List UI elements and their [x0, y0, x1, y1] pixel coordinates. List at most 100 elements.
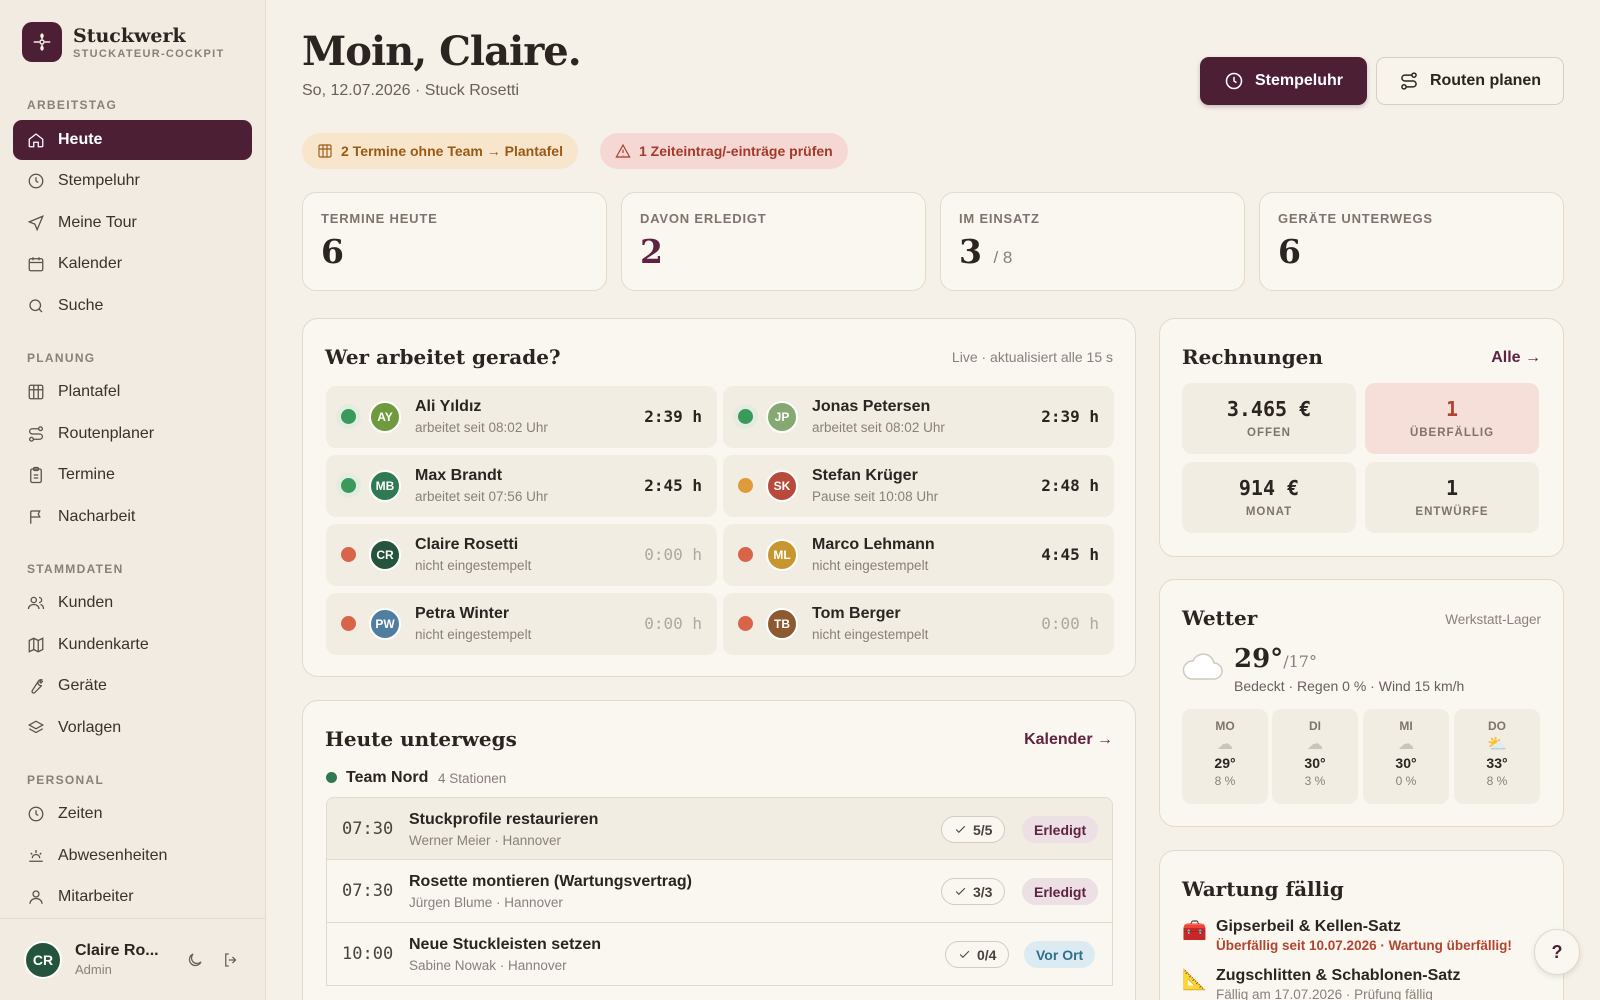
- sidebar-item-termine[interactable]: Termine: [13, 455, 252, 495]
- sidebar-item-vorlagen[interactable]: Vorlagen: [13, 708, 252, 748]
- navigation-icon: [27, 215, 44, 232]
- worker-name: Stefan Krüger: [812, 467, 918, 484]
- invoices-all-link[interactable]: Alle →: [1491, 349, 1541, 367]
- check-icon: [959, 950, 970, 958]
- maintenance-item[interactable]: 🧰 Gipserbeil & Kellen-Satz Überfällig se…: [1182, 918, 1512, 953]
- avatar: TB: [766, 608, 798, 640]
- avatar: SK: [766, 470, 798, 502]
- invoice-tile-ueberfaellig[interactable]: 1 ÜBERFÄLLIG: [1365, 383, 1539, 454]
- sidebar-item-plantafel[interactable]: Plantafel: [13, 372, 252, 412]
- sidebar-item-nacharbeit[interactable]: Nacharbeit: [13, 497, 252, 537]
- sidebar-item-kalender[interactable]: Kalender: [13, 244, 252, 284]
- stat-suffix: / 8: [993, 248, 1013, 267]
- worker-tile[interactable]: SK Stefan Krüger Pause seit 10:08 Uhr 2:48 …: [723, 455, 1114, 517]
- board-icon: [318, 144, 332, 158]
- sidebar-item-stempeluhr[interactable]: Stempeluhr: [13, 161, 252, 201]
- forecast-rain: 8 %: [1214, 774, 1236, 788]
- forecast-day: MI ☁ 30° 0 %: [1363, 709, 1449, 804]
- sidebar-item-kundenkarte[interactable]: Kundenkarte: [13, 625, 252, 665]
- invoice-tile-entwuerfe[interactable]: 1 ENTWÜRFE: [1365, 462, 1539, 533]
- routen-planen-button[interactable]: Routen planen: [1376, 57, 1564, 105]
- avatar: PW: [369, 608, 401, 640]
- sidebar-item-label: Plantafel: [58, 383, 121, 400]
- invoice-label: ÜBERFÄLLIG: [1409, 427, 1495, 439]
- brand-subtitle: STUCKATEUR-COCKPIT: [73, 47, 225, 60]
- alert-unassigned-appointments[interactable]: 2 Termine ohne Team → Plantafel: [302, 133, 578, 169]
- invoice-tile-offen[interactable]: 3.465 € OFFEN: [1182, 383, 1356, 454]
- route-sub: Werner Meier · Hannover: [409, 833, 562, 848]
- clock-icon: [28, 173, 44, 189]
- clipboard-icon: [30, 466, 42, 484]
- avatar[interactable]: CR: [24, 940, 62, 979]
- worker-name: Marco Lehmann: [812, 536, 935, 553]
- avatar: AY: [369, 401, 401, 433]
- sidebar-item-routenplaner[interactable]: Routenplaner: [13, 414, 252, 454]
- worker-tile[interactable]: ML Marco Lehmann nicht eingestempelt 4:45 h: [723, 524, 1114, 586]
- calendar-link[interactable]: Kalender →: [1024, 731, 1113, 749]
- maintenance-status: Fällig am 17.07.2026 · Prüfung fällig: [1216, 987, 1433, 1000]
- help-button[interactable]: ?: [1534, 929, 1580, 975]
- invoice-label: OFFEN: [1247, 427, 1291, 439]
- cloud-icon: ☁: [1307, 736, 1323, 753]
- worker-status: nicht eingestempelt: [415, 558, 532, 573]
- forecast-rain: 3 %: [1304, 774, 1326, 788]
- wrench-icon: [31, 679, 44, 694]
- worker-tile[interactable]: PW Petra Winter nicht eingestempelt 0:00 h: [326, 593, 717, 655]
- sidebar-item-heute[interactable]: Heute: [13, 120, 252, 160]
- sun-cloud-icon: ⛅: [1487, 736, 1507, 753]
- sidebar-item-mitarbeiter[interactable]: Mitarbeiter: [13, 877, 252, 917]
- route-row[interactable]: 07:30 Stuckprofile restaurieren Werner M…: [326, 797, 1113, 860]
- worker-tile[interactable]: CR Claire Rosetti nicht eingestempelt 0:00 …: [326, 524, 717, 586]
- invoice-value: 1: [1445, 476, 1459, 500]
- workers-card-title: Wer arbeitet gerade?: [325, 345, 561, 369]
- invoice-tile-monat[interactable]: 914 € MONAT: [1182, 462, 1356, 533]
- worker-time: 0:00 h: [644, 614, 702, 633]
- worker-tile[interactable]: JP Jonas Petersen arbeitet seit 08:02 Uhr 2…: [723, 386, 1114, 448]
- worker-tile[interactable]: MB Max Brandt arbeitet seit 07:56 Uhr 2:45 …: [326, 455, 717, 517]
- worker-status: nicht eingestempelt: [812, 558, 929, 573]
- route-row[interactable]: 07:30 Rosette montieren (Wartungsvertrag…: [326, 860, 1113, 923]
- map-icon: [28, 637, 44, 653]
- sidebar-item-zeiten[interactable]: Zeiten: [13, 794, 252, 834]
- maintenance-item[interactable]: 📐 Zugschlitten & Schablonen-Satz Fällig …: [1182, 967, 1460, 1000]
- user-profile: CR Claire Ro... Admin: [0, 918, 266, 1000]
- logout-icon[interactable]: [222, 951, 240, 969]
- worker-tile[interactable]: AY Ali Yıldız arbeitet seit 08:02 Uhr 2:39 …: [326, 386, 717, 448]
- route-row[interactable]: 10:00 Neue Stuckleisten setzen Sabine No…: [326, 923, 1113, 986]
- brand-logo-icon: [22, 22, 62, 62]
- weather-description: Bedeckt · Regen 0 % · Wind 15 km/h: [1234, 678, 1465, 694]
- alert-time-entries[interactable]: 1 Zeiteintrag/-einträge prüfen: [600, 133, 848, 169]
- weather-current-temp: 29°/17°: [1234, 644, 1317, 674]
- status-dot: [341, 547, 356, 562]
- route-progress-label: 5/5: [973, 821, 993, 838]
- sidebar-item-kunden[interactable]: Kunden: [13, 583, 252, 623]
- sidebar-item-suche[interactable]: Suche: [13, 286, 252, 326]
- brand[interactable]: Stuckwerk STUCKATEUR-COCKPIT: [22, 22, 225, 62]
- stempeluhr-button[interactable]: Stempeluhr: [1200, 57, 1367, 105]
- worker-tile[interactable]: TB Tom Berger nicht eingestempelt 0:00 h: [723, 593, 1114, 655]
- worker-name: Petra Winter: [415, 605, 510, 622]
- sidebar-item-abwesenheiten[interactable]: Abwesenheiten: [13, 836, 252, 876]
- invoice-label: ENTWÜRFE: [1415, 506, 1489, 518]
- sidebar-item-meine-tour[interactable]: Meine Tour: [13, 203, 252, 243]
- forecast-rain: 8 %: [1486, 774, 1508, 788]
- avatar: ML: [766, 539, 798, 571]
- status-dot: [738, 409, 753, 424]
- sidebar: Stuckwerk STUCKATEUR-COCKPIT ARBEITSTAG …: [0, 0, 266, 1000]
- worker-time: 2:45 h: [644, 476, 702, 495]
- page-title: Moin, Claire.: [302, 28, 582, 75]
- user-icon: [29, 890, 43, 904]
- worker-status: arbeitet seit 08:02 Uhr: [415, 420, 548, 435]
- route-time: 07:30: [342, 881, 394, 901]
- status-badge: Erledigt: [1022, 816, 1099, 843]
- invoices-card-title: Rechnungen: [1182, 345, 1323, 369]
- workers-card-meta: Live · aktualisiert alle 15 s: [951, 349, 1113, 365]
- sidebar-item-geraete[interactable]: Geräte: [13, 666, 252, 706]
- stat-value: 6: [1278, 232, 1301, 271]
- maintenance-status: Überfällig seit 10.07.2026 · Wartung übe…: [1216, 938, 1512, 953]
- flag-icon: [30, 510, 41, 524]
- sidebar-item-label: Termine: [58, 466, 115, 483]
- avatar: MB: [369, 470, 401, 502]
- warning-icon: [615, 143, 631, 158]
- moon-icon[interactable]: [186, 951, 204, 969]
